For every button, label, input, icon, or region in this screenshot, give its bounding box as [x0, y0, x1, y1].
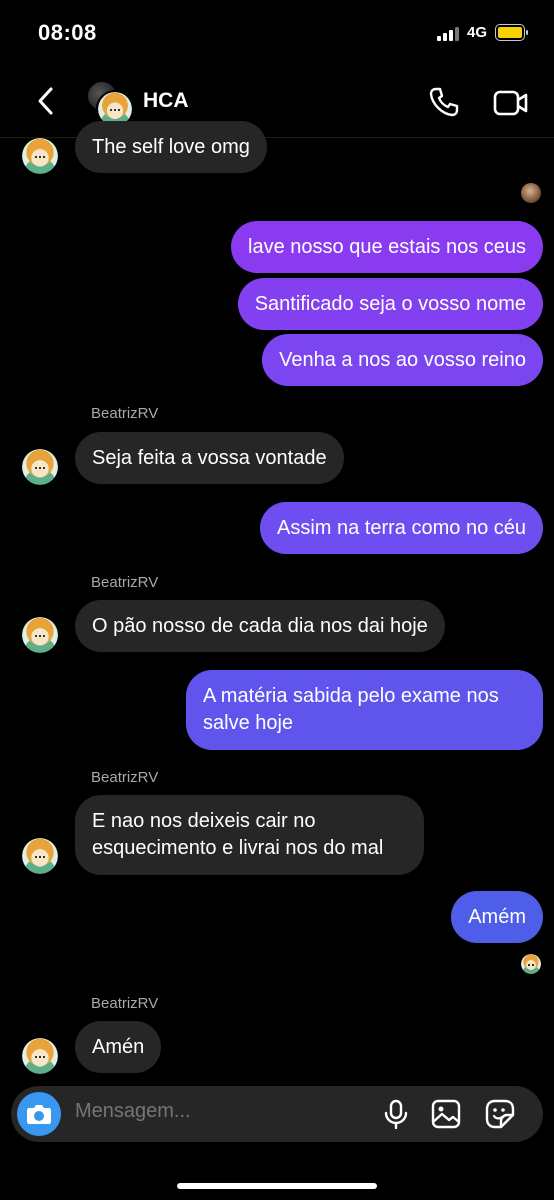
- sender-name: BeatrizRV: [91, 995, 159, 1012]
- chevron-left-icon: [38, 87, 53, 115]
- message-input[interactable]: [75, 1100, 355, 1123]
- group-avatar[interactable]: [86, 80, 134, 128]
- battery-icon: [495, 24, 528, 41]
- sticker-icon: [485, 1099, 515, 1129]
- message-bubble-outgoing[interactable]: A matéria sabida pelo exame nos salve ho…: [186, 670, 543, 750]
- message-bubble-outgoing[interactable]: Assim na terra como no céu: [260, 502, 543, 554]
- sender-name: BeatrizRV: [91, 574, 159, 591]
- image-icon: [431, 1099, 461, 1129]
- audio-call-button[interactable]: [428, 86, 460, 118]
- message-bubble-incoming[interactable]: O pão nosso de cada dia nos dai hoje: [75, 600, 445, 652]
- signal-icon: [437, 26, 459, 41]
- sticker-button[interactable]: [485, 1099, 515, 1129]
- status-bar: 08:08 4G: [0, 0, 554, 64]
- message-bubble-incoming[interactable]: The self love omg: [75, 121, 267, 173]
- message-bubble-outgoing[interactable]: Santificado seja o vosso nome: [237, 278, 543, 330]
- seen-avatar: [521, 954, 541, 974]
- sender-avatar[interactable]: [22, 138, 58, 174]
- sender-name: BeatrizRV: [91, 405, 159, 422]
- seen-avatar: [521, 183, 541, 203]
- message-bubble-incoming[interactable]: Seja feita a vossa vontade: [75, 432, 344, 484]
- video-camera-icon: [493, 90, 528, 116]
- message-composer: [11, 1086, 543, 1142]
- sender-avatar[interactable]: [22, 449, 58, 485]
- video-call-button[interactable]: [493, 88, 529, 118]
- message-bubble-outgoing[interactable]: lave nosso que estais nos ceus: [231, 221, 543, 273]
- message-bubble-incoming[interactable]: Amén: [75, 1021, 162, 1073]
- message-bubble-outgoing[interactable]: Amém: [451, 891, 543, 943]
- home-indicator: [177, 1183, 377, 1189]
- message-bubble-outgoing[interactable]: Venha a nos ao vosso reino: [262, 334, 543, 386]
- back-button[interactable]: [32, 86, 62, 116]
- gallery-button[interactable]: [431, 1099, 461, 1129]
- sender-avatar[interactable]: [22, 838, 58, 874]
- sender-name: BeatrizRV: [91, 769, 159, 786]
- message-bubble-incoming[interactable]: E nao nos deixeis cair no esquecimento e…: [75, 795, 424, 875]
- chat-title[interactable]: HCA: [143, 89, 189, 113]
- camera-icon: [27, 1105, 51, 1124]
- phone-icon: [429, 87, 459, 117]
- microphone-icon: [384, 1099, 408, 1130]
- sender-avatar[interactable]: [22, 617, 58, 653]
- microphone-button[interactable]: [383, 1099, 409, 1130]
- sender-avatar[interactable]: [22, 1038, 58, 1074]
- network-label: 4G: [467, 24, 488, 41]
- status-time: 08:08: [38, 20, 97, 45]
- camera-button[interactable]: [17, 1092, 61, 1136]
